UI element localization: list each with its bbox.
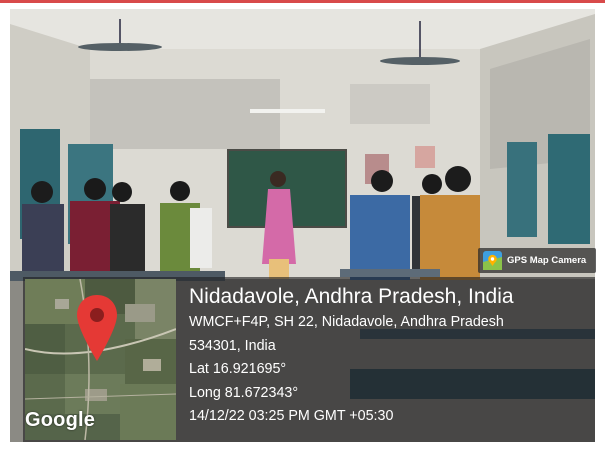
gps-map-camera-app-icon (483, 251, 502, 270)
timestamp-readout: 14/12/22 03:25 PM GMT +05:30 (189, 408, 394, 425)
badge-label: GPS Map Camera (507, 255, 587, 266)
map-attribution: Google (25, 409, 96, 431)
gps-map-camera-badge: GPS Map Camera (478, 248, 596, 273)
location-info: Nidadavole, Andhra Pradesh, India WMCF+F… (189, 283, 593, 429)
address-line-1: WMCF+F4P, SH 22, Nidadavole, Andhra Prad… (189, 314, 504, 330)
address-line-2: 534301, India (189, 337, 276, 354)
satellite-minimap: Google (25, 279, 176, 440)
location-title: Nidadavole, Andhra Pradesh, India (189, 285, 514, 308)
top-accent-rule (0, 0, 605, 3)
map-pin-icon (77, 295, 117, 361)
latitude-readout: Lat 16.921695° (189, 361, 287, 378)
longitude-readout: Long 81.672343° (189, 384, 299, 401)
photo-frame: GPS Map Camera Google Nidadavole, Andhra… (0, 0, 605, 452)
